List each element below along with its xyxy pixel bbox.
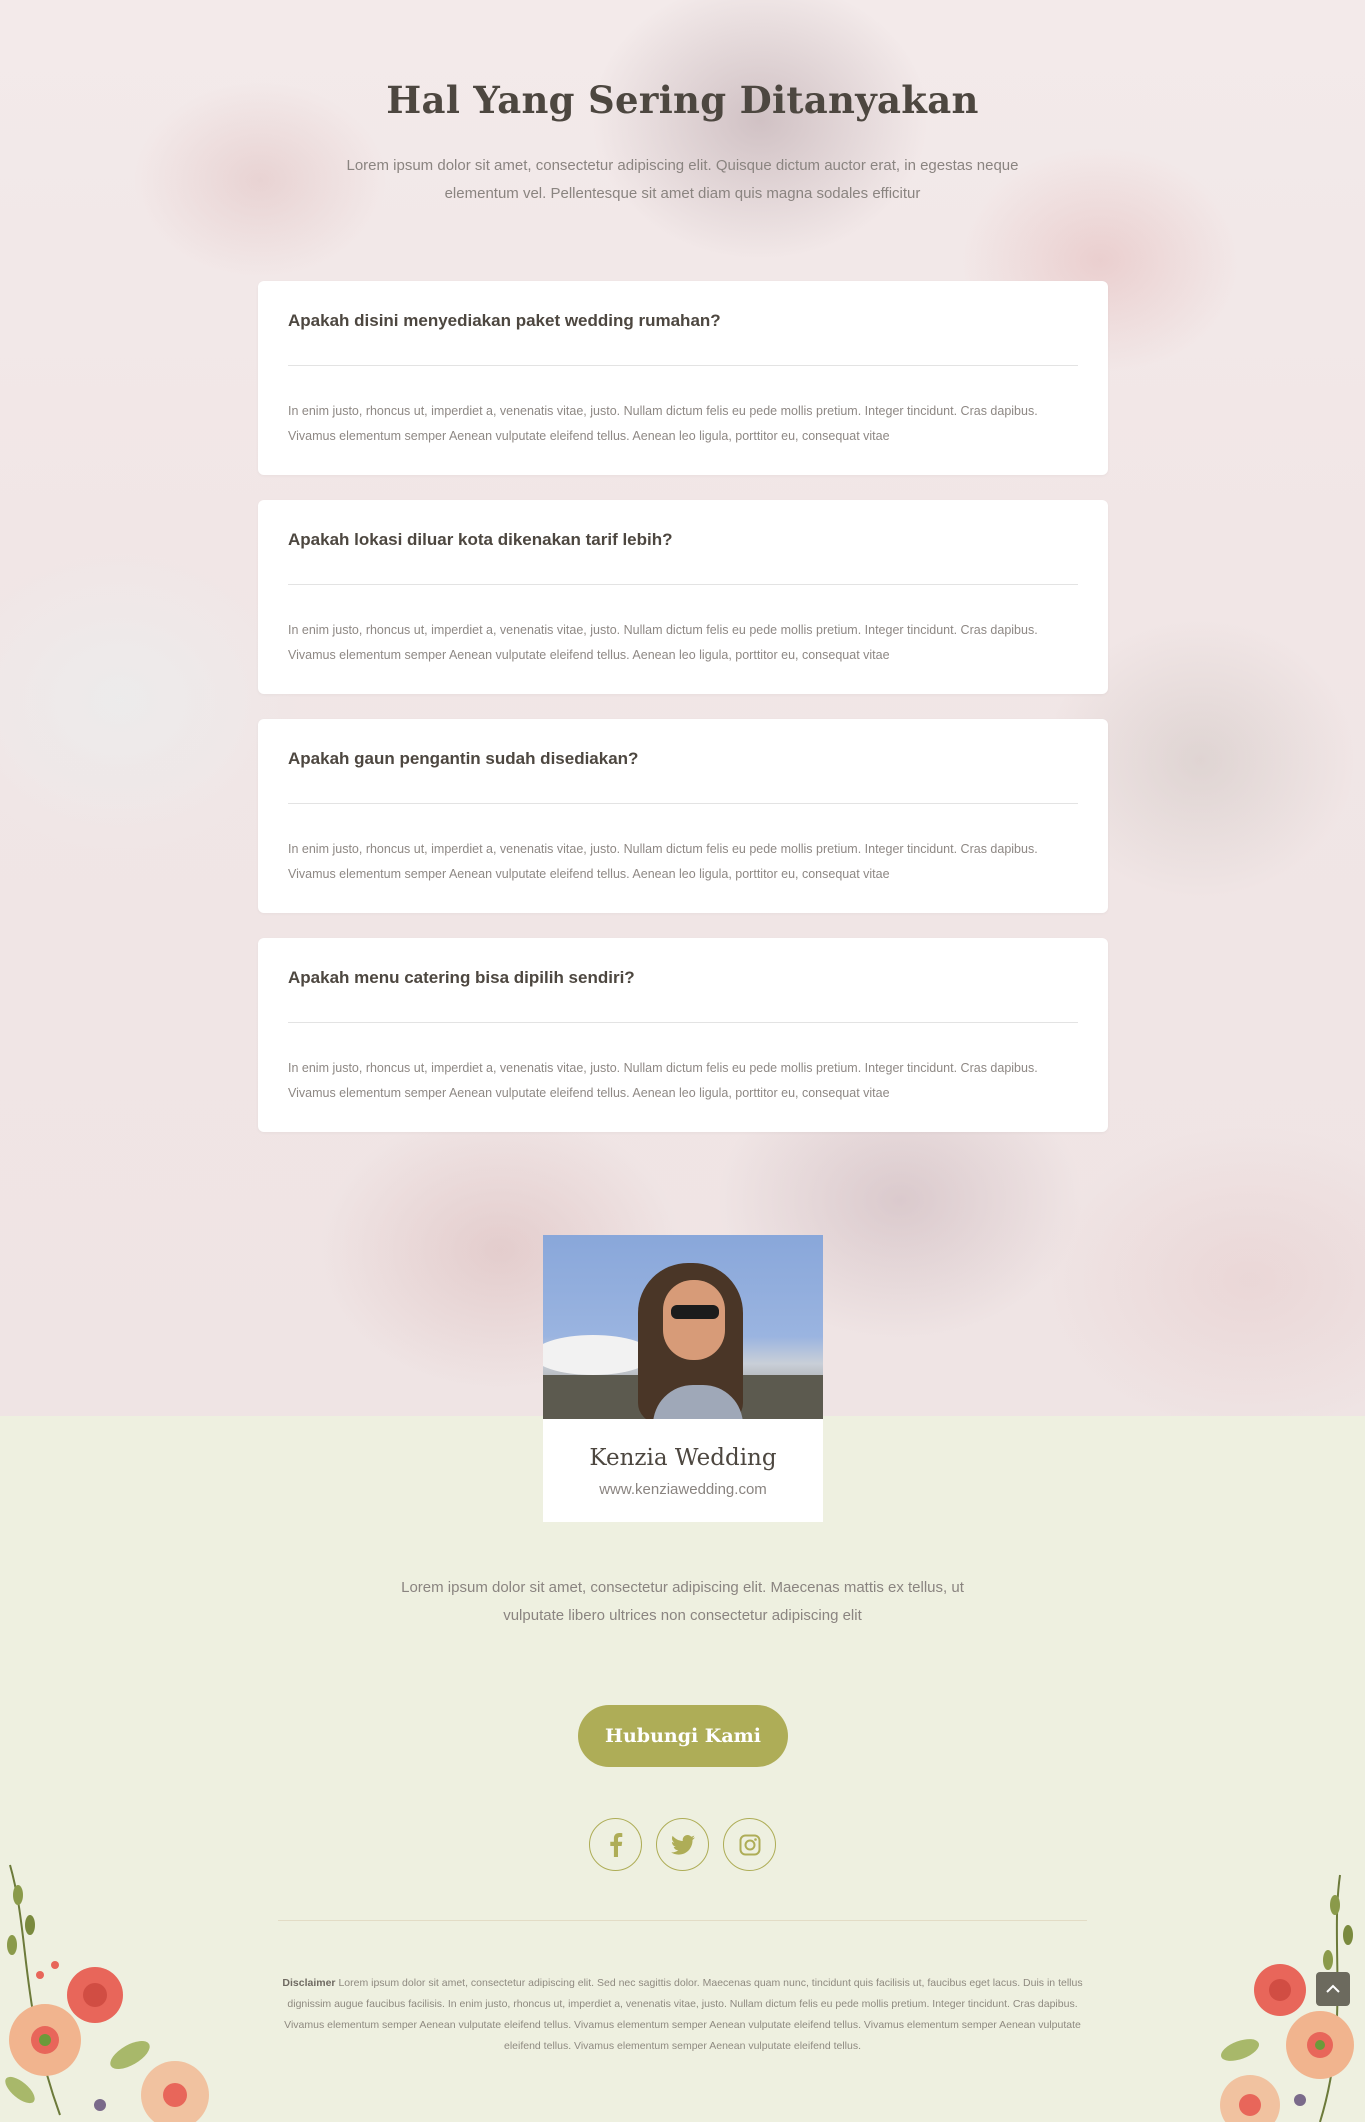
profile-card: Kenzia Wedding www.kenziawedding.com [543, 1235, 823, 1522]
faq-answer: In enim justo, rhoncus ut, imperdiet a, … [288, 623, 1038, 662]
twitter-link[interactable] [656, 1818, 709, 1871]
photo-sunglasses [671, 1305, 719, 1319]
faq-answer: In enim justo, rhoncus ut, imperdiet a, … [288, 404, 1038, 443]
footer-text: Lorem ipsum dolor sit amet, consectetur … [401, 1579, 964, 1624]
profile-url[interactable]: www.kenziawedding.com [543, 1481, 823, 1498]
social-links [589, 1818, 777, 1872]
facebook-icon [609, 1832, 622, 1857]
facebook-link[interactable] [589, 1818, 642, 1871]
disclaimer: Disclaimer Lorem ipsum dolor sit amet, c… [276, 1973, 1089, 2057]
disclaimer-label: Disclaimer [282, 1977, 336, 1989]
photo-person-face [663, 1280, 725, 1360]
chevron-up-icon [1326, 1984, 1340, 1993]
faq-item[interactable]: Apakah gaun pengantin sudah disediakan? … [258, 719, 1108, 913]
faq-question[interactable]: Apakah disini menyediakan paket wedding … [288, 311, 1078, 365]
faq-question[interactable]: Apakah gaun pengantin sudah disediakan? [288, 749, 1078, 803]
disclaimer-text: Lorem ipsum dolor sit amet, consectetur … [284, 1977, 1083, 2052]
faq-answer: In enim justo, rhoncus ut, imperdiet a, … [288, 1061, 1038, 1100]
scroll-to-top-button[interactable] [1316, 1972, 1350, 2006]
profile-photo [543, 1235, 823, 1419]
instagram-icon [739, 1834, 760, 1855]
footer-divider [278, 1920, 1087, 1921]
profile-name: Kenzia Wedding [589, 1445, 777, 1471]
faq-list: Apakah disini menyediakan paket wedding … [258, 281, 1108, 1157]
faq-intro: Lorem ipsum dolor sit amet, consectetur … [346, 157, 1019, 202]
floral-decoration-left [5, 1864, 209, 2122]
faq-item[interactable]: Apakah disini menyediakan paket wedding … [258, 281, 1108, 475]
faq-question[interactable]: Apakah menu catering bisa dipilih sendir… [288, 968, 1078, 1022]
instagram-link[interactable] [723, 1818, 776, 1871]
faq-question[interactable]: Apakah lokasi diluar kota dikenakan tari… [288, 530, 1078, 584]
twitter-icon [670, 1834, 695, 1855]
faq-item[interactable]: Apakah lokasi diluar kota dikenakan tari… [258, 500, 1108, 694]
contact-button[interactable]: Hubungi Kami [578, 1705, 788, 1767]
faq-title: Hal Yang Sering Ditanyakan [386, 78, 979, 122]
faq-answer: In enim justo, rhoncus ut, imperdiet a, … [288, 842, 1038, 881]
photo-cloud [543, 1335, 653, 1375]
faq-item[interactable]: Apakah menu catering bisa dipilih sendir… [258, 938, 1108, 1132]
